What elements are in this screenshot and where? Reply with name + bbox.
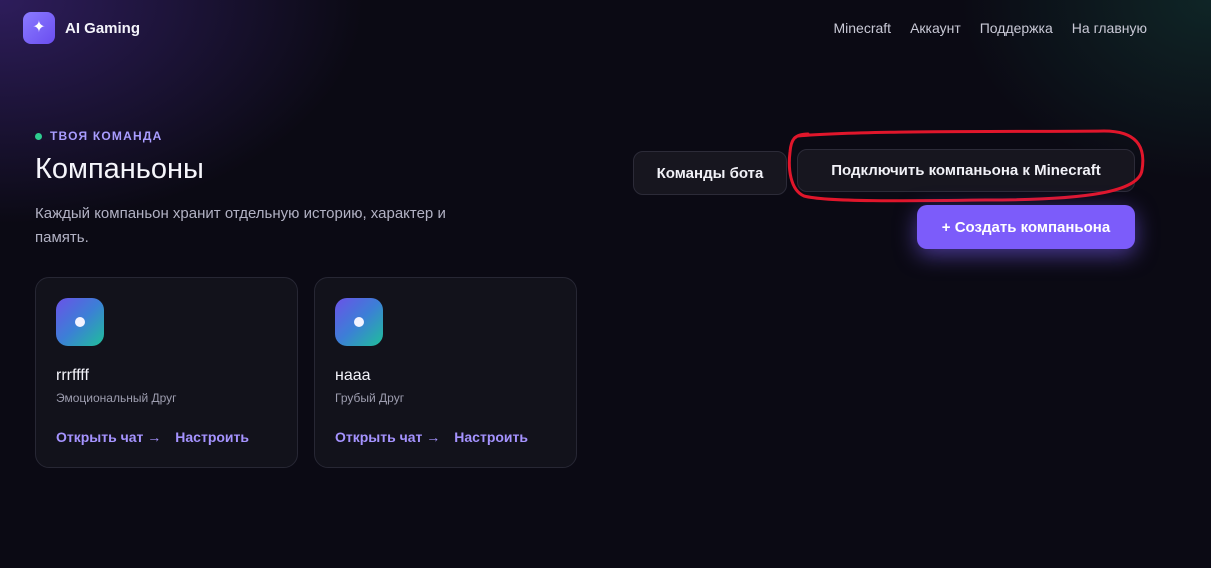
configure-link[interactable]: Настроить [454, 429, 528, 445]
brand-name: AI Gaming [65, 19, 141, 37]
nav-item-minecraft[interactable]: Minecraft [833, 20, 891, 36]
nav-item-support[interactable]: Поддержка [980, 20, 1053, 36]
card-actions: Открыть чат → Настроить [56, 429, 249, 445]
page-description: Каждый компаньон хранит отдельную истори… [35, 205, 446, 246]
top-nav: Minecraft Аккаунт Поддержка На главную [833, 20, 1147, 36]
page-title: Компаньоны [35, 153, 204, 185]
create-companion-button[interactable]: + Создать компаньона [917, 205, 1135, 249]
companion-avatar [56, 298, 104, 346]
card-actions: Открыть чат → Настроить [335, 429, 528, 445]
companion-name: наaa [335, 367, 371, 384]
eyebrow-label: ТВОЯ КОМАНДА [50, 129, 163, 143]
companion-card: rrrffff Эмоциональный Друг Открыть чат →… [35, 277, 298, 468]
section-eyebrow: ТВОЯ КОМАНДА [35, 129, 162, 143]
open-chat-link[interactable]: Открыть чат → [56, 429, 161, 445]
companion-role: Грубый Друг [335, 391, 405, 405]
companion-avatar [335, 298, 383, 346]
companion-role: Эмоциональный Друг [56, 391, 177, 405]
companion-card: наaa Грубый Друг Открыть чат → Настроить [314, 277, 577, 468]
configure-link[interactable]: Настроить [175, 429, 249, 445]
nav-item-home[interactable]: На главную [1072, 20, 1147, 36]
avatar-dot-icon [75, 317, 85, 327]
nav-item-account[interactable]: Аккаунт [910, 20, 961, 36]
sparkle-icon: ✦ [23, 12, 55, 44]
status-dot-icon [35, 132, 42, 140]
connect-minecraft-button[interactable]: Подключить компаньона к Minecraft [797, 149, 1135, 192]
open-chat-link[interactable]: Открыть чат → [335, 429, 440, 445]
avatar-dot-icon [354, 317, 364, 327]
brand-logo[interactable]: ✦ AI Gaming [23, 12, 140, 44]
bot-commands-button[interactable]: Команды бота [633, 151, 787, 195]
companion-name: rrrffff [56, 367, 89, 384]
